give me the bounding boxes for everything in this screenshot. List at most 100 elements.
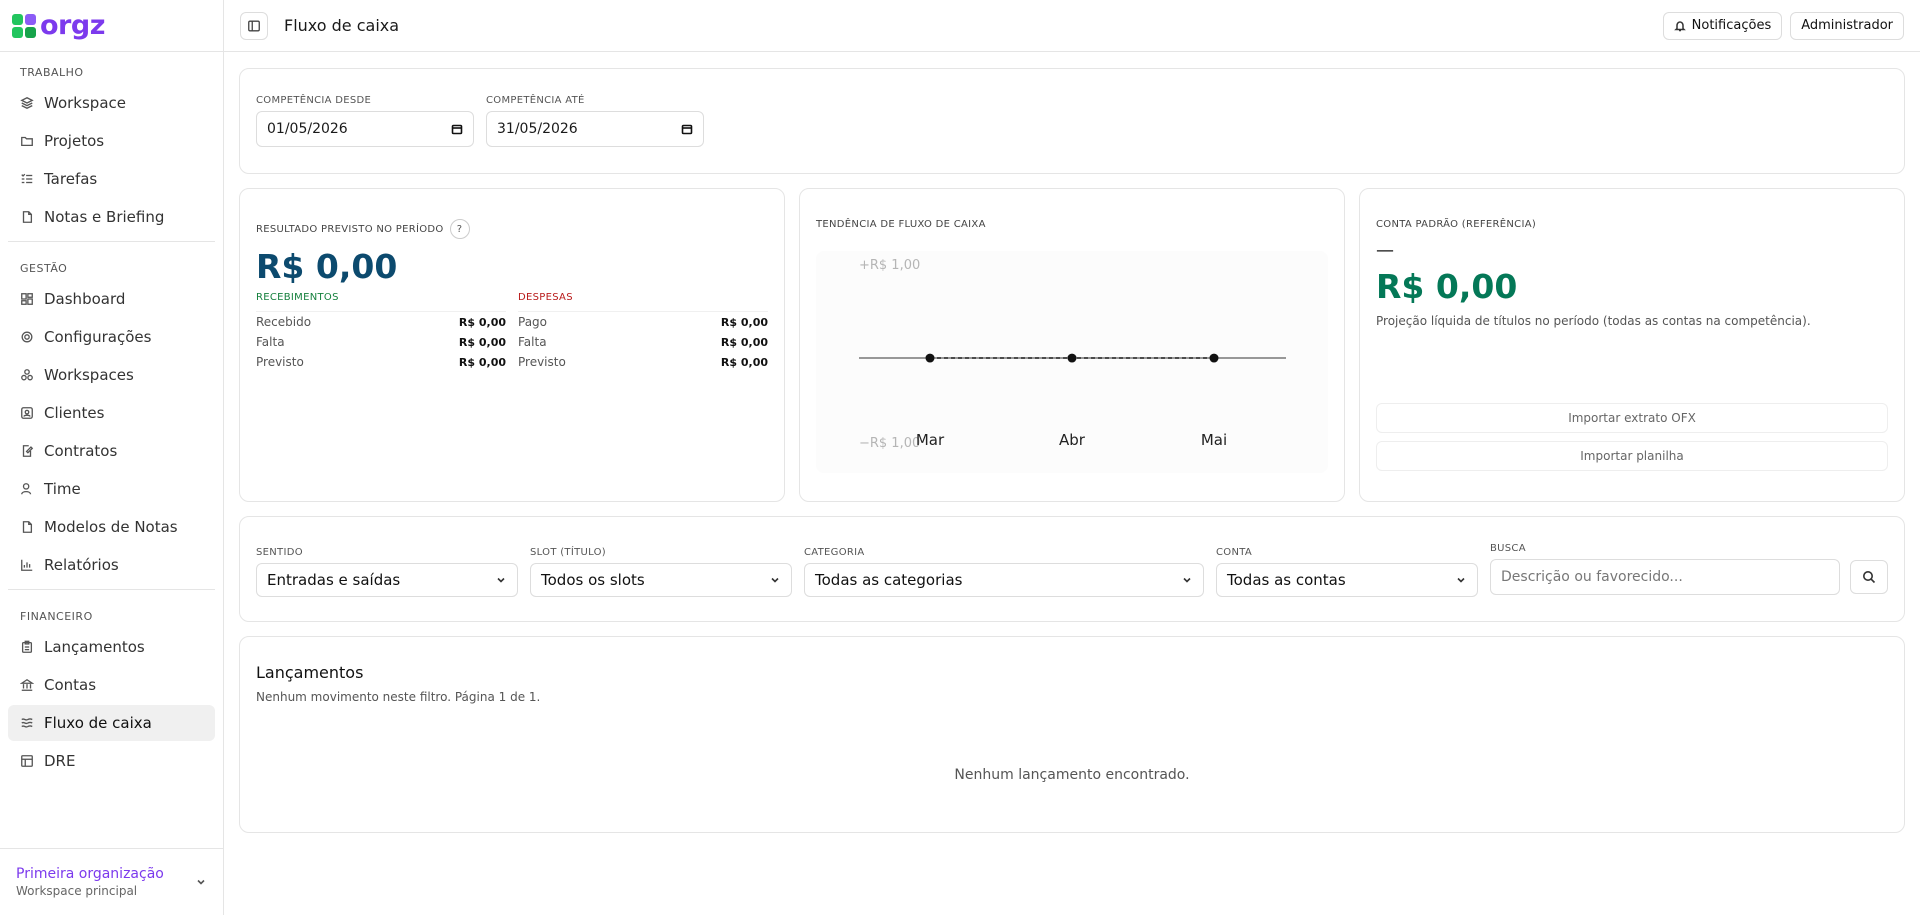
main: Fluxo de caixa Notificações Administrado… bbox=[224, 0, 1920, 915]
sidebar-item-label: Projetos bbox=[44, 132, 105, 150]
trend-chart-svg: +R$ 1,00 −R$ 1,00Mar Abr Mai bbox=[859, 258, 1286, 451]
nav-divider bbox=[8, 589, 215, 590]
sidebar-item-lancamentos[interactable]: Lançamentos bbox=[8, 629, 215, 665]
from-date-input[interactable]: 01/05/2026 bbox=[256, 111, 474, 147]
expense-row: Previsto R$ 0,00 bbox=[518, 352, 768, 372]
sidebar-item-projetos[interactable]: Projetos bbox=[8, 123, 215, 159]
bank-icon bbox=[20, 678, 34, 692]
sidebar-item-label: Contratos bbox=[44, 442, 118, 460]
sentido-select[interactable]: Entradas e saídas bbox=[256, 563, 518, 597]
row-key: Recebido bbox=[256, 315, 312, 329]
logo[interactable]: orgz bbox=[0, 0, 223, 52]
slot-select[interactable]: Todos os slots bbox=[530, 563, 792, 597]
conta-select[interactable]: Todas as contas bbox=[1216, 563, 1478, 597]
notifications-button[interactable]: Notificações bbox=[1662, 11, 1783, 40]
sentido-label: SENTIDO bbox=[256, 547, 303, 558]
import-ofx-button[interactable]: Importar extrato OFX bbox=[1376, 403, 1888, 433]
row-key: Falta bbox=[256, 335, 285, 349]
sidebar-item-configuracoes[interactable]: Configurações bbox=[8, 319, 215, 355]
sidebar-item-tarefas[interactable]: Tarefas bbox=[8, 161, 215, 197]
data-point bbox=[925, 353, 935, 363]
sidebar-item-contratos[interactable]: Contratos bbox=[8, 433, 215, 469]
y-tick-label: −R$ 1,00 bbox=[859, 436, 920, 451]
sidebar-item-label: Fluxo de caixa bbox=[44, 714, 152, 732]
x-tick-label: Abr bbox=[1059, 431, 1086, 449]
sidebar-item-relatorios[interactable]: Relatórios bbox=[8, 547, 215, 583]
sidebar-item-time[interactable]: Time bbox=[8, 471, 215, 507]
waves-icon bbox=[20, 716, 34, 730]
nav-section-title: FINANCEIRO bbox=[20, 610, 93, 623]
search-input[interactable] bbox=[1490, 559, 1840, 595]
result-card: RESULTADO PREVISTO NO PERÍODO? R$ 0,00 R… bbox=[239, 188, 785, 502]
row-value: R$ 0,00 bbox=[458, 335, 506, 349]
from-label: COMPETÊNCIA DESDE bbox=[256, 95, 372, 106]
sidebar-item-dre[interactable]: DRE bbox=[8, 743, 215, 779]
row-key: Falta bbox=[518, 335, 547, 349]
result-label: RESULTADO PREVISTO NO PERÍODO? bbox=[256, 219, 768, 239]
file-pen-icon bbox=[20, 444, 34, 458]
sidebar-item-label: Dashboard bbox=[44, 290, 126, 308]
nav-section-title: TRABALHO bbox=[20, 66, 84, 79]
org-switcher[interactable]: Primeira organização Workspace principal bbox=[0, 848, 223, 915]
search-button[interactable] bbox=[1850, 560, 1888, 594]
clipboard-icon bbox=[20, 640, 34, 654]
y-tick-label: +R$ 1,00 bbox=[859, 258, 920, 273]
to-date-input[interactable]: 31/05/2026 bbox=[486, 111, 704, 147]
slot-value: Todos os slots bbox=[541, 571, 645, 589]
sidebar-item-workspaces[interactable]: Workspaces bbox=[8, 357, 215, 393]
nav-divider bbox=[8, 241, 215, 242]
result-label-text: RESULTADO PREVISTO NO PERÍODO bbox=[256, 223, 444, 235]
file-icon bbox=[20, 520, 34, 534]
data-point bbox=[1209, 353, 1219, 363]
conta-label: CONTA bbox=[1216, 547, 1253, 558]
topbar: Fluxo de caixa Notificações Administrado… bbox=[224, 0, 1920, 52]
calendar-icon[interactable] bbox=[681, 123, 693, 135]
categoria-value: Todas as categorias bbox=[815, 571, 963, 589]
sidebar-item-dashboard[interactable]: Dashboard bbox=[8, 281, 215, 317]
chevron-down-icon bbox=[195, 873, 207, 892]
categoria-select[interactable]: Todas as categorias bbox=[804, 563, 1204, 597]
chevron-down-icon bbox=[1183, 577, 1191, 583]
sidebar-item-notas[interactable]: Notas e Briefing bbox=[8, 199, 215, 235]
sidebar-item-label: Tarefas bbox=[44, 170, 98, 188]
admin-label: Administrador bbox=[1801, 18, 1893, 33]
expenses-title: DESPESAS bbox=[518, 292, 768, 312]
sidebar-toggle-button[interactable] bbox=[240, 11, 268, 40]
sentido-value: Entradas e saídas bbox=[267, 571, 401, 589]
help-icon[interactable]: ? bbox=[449, 219, 470, 239]
sidebar-item-label: Relatórios bbox=[44, 556, 119, 574]
row-value: R$ 0,00 bbox=[720, 335, 768, 349]
user-icon bbox=[20, 482, 34, 496]
account-label: CONTA PADRÃO (REFERÊNCIA) bbox=[1376, 219, 1537, 230]
nav-section-title: GESTÃO bbox=[20, 262, 68, 275]
import-sheet-button[interactable]: Importar planilha bbox=[1376, 441, 1888, 471]
calendar-icon[interactable] bbox=[451, 123, 463, 135]
admin-button[interactable]: Administrador bbox=[1790, 11, 1904, 40]
sidebar-item-fluxo-de-caixa[interactable]: Fluxo de caixa bbox=[8, 705, 215, 741]
sidebar-item-label: Configurações bbox=[44, 328, 152, 346]
row-value: R$ 0,00 bbox=[458, 355, 506, 369]
sidebar-item-workspace[interactable]: Workspace bbox=[8, 85, 215, 121]
sidebar-nav: TRABALHO Workspace Projetos Tarefas Nota… bbox=[0, 52, 223, 781]
sidebar-item-label: Contas bbox=[44, 676, 97, 694]
logo-mark-icon bbox=[12, 13, 36, 38]
sidebar-item-modelos[interactable]: Modelos de Notas bbox=[8, 509, 215, 545]
entries-subtitle: Nenhum movimento neste filtro. Página 1 … bbox=[256, 690, 541, 704]
contact-icon bbox=[20, 406, 34, 420]
chevron-down-icon bbox=[771, 577, 779, 583]
account-desc: Projeção líquida de títulos no período (… bbox=[1376, 314, 1811, 328]
folder-icon bbox=[20, 134, 34, 148]
to-date-value: 31/05/2026 bbox=[497, 121, 578, 137]
chevron-down-icon bbox=[497, 577, 505, 583]
x-tick-label: Mai bbox=[1201, 431, 1227, 449]
bell-icon bbox=[1673, 20, 1686, 31]
receipts-column: RECEBIMENTOS Recebido R$ 0,00 Falta R$ 0,0… bbox=[256, 292, 506, 372]
account-name: — bbox=[1376, 240, 1394, 261]
panel-left-icon bbox=[248, 20, 260, 31]
list-check-icon bbox=[20, 172, 34, 186]
account-value: R$ 0,00 bbox=[1376, 267, 1518, 306]
receipt-row: Recebido R$ 0,00 bbox=[256, 312, 506, 332]
expense-row: Falta R$ 0,00 bbox=[518, 332, 768, 352]
sidebar-item-contas[interactable]: Contas bbox=[8, 667, 215, 703]
sidebar-item-clientes[interactable]: Clientes bbox=[8, 395, 215, 431]
